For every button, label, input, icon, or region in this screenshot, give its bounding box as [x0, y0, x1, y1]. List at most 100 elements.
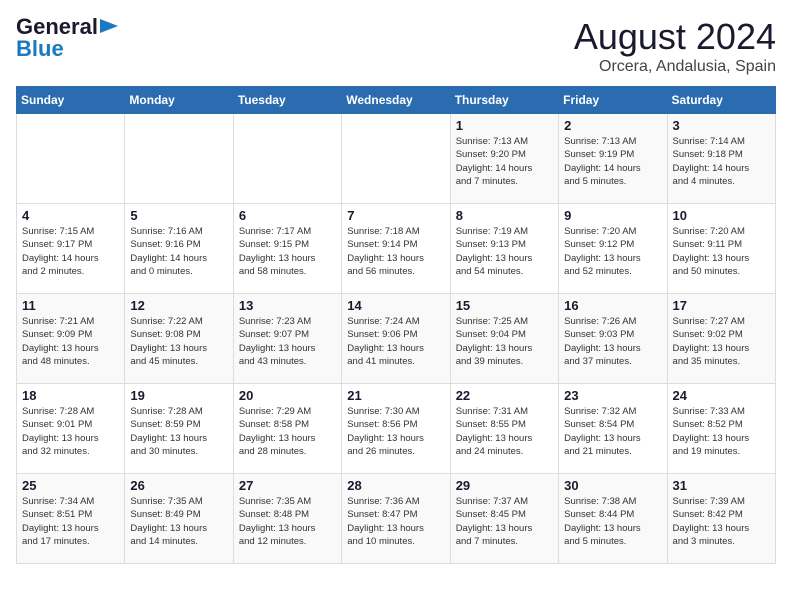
- calendar-table: Sunday Monday Tuesday Wednesday Thursday…: [16, 86, 776, 564]
- calendar-week-5: 25 Sunrise: 7:34 AMSunset: 8:51 PMDayligh…: [17, 474, 776, 564]
- day-number: 17: [673, 298, 770, 313]
- calendar-cell: 26 Sunrise: 7:35 AMSunset: 8:49 PMDayligh…: [125, 474, 233, 564]
- day-number: 26: [130, 478, 227, 493]
- day-info: Sunrise: 7:13 AMSunset: 9:20 PMDaylight:…: [456, 135, 553, 188]
- calendar-cell: 1 Sunrise: 7:13 AMSunset: 9:20 PMDaylight…: [450, 114, 558, 204]
- calendar-cell: [233, 114, 341, 204]
- day-number: 24: [673, 388, 770, 403]
- calendar-cell: 8 Sunrise: 7:19 AMSunset: 9:13 PMDaylight…: [450, 204, 558, 294]
- day-info: Sunrise: 7:39 AMSunset: 8:42 PMDaylight:…: [673, 495, 770, 548]
- day-info: Sunrise: 7:19 AMSunset: 9:13 PMDaylight:…: [456, 225, 553, 278]
- day-number: 21: [347, 388, 444, 403]
- day-info: Sunrise: 7:37 AMSunset: 8:45 PMDaylight:…: [456, 495, 553, 548]
- day-info: Sunrise: 7:17 AMSunset: 9:15 PMDaylight:…: [239, 225, 336, 278]
- col-saturday: Saturday: [667, 87, 775, 114]
- calendar-cell: [17, 114, 125, 204]
- calendar-cell: 14 Sunrise: 7:24 AMSunset: 9:06 PMDayligh…: [342, 294, 450, 384]
- calendar-cell: 11 Sunrise: 7:21 AMSunset: 9:09 PMDayligh…: [17, 294, 125, 384]
- day-number: 19: [130, 388, 227, 403]
- day-info: Sunrise: 7:23 AMSunset: 9:07 PMDaylight:…: [239, 315, 336, 368]
- calendar-week-4: 18 Sunrise: 7:28 AMSunset: 9:01 PMDayligh…: [17, 384, 776, 474]
- calendar-cell: 28 Sunrise: 7:36 AMSunset: 8:47 PMDayligh…: [342, 474, 450, 564]
- calendar-cell: 3 Sunrise: 7:14 AMSunset: 9:18 PMDaylight…: [667, 114, 775, 204]
- day-info: Sunrise: 7:29 AMSunset: 8:58 PMDaylight:…: [239, 405, 336, 458]
- calendar-cell: 27 Sunrise: 7:35 AMSunset: 8:48 PMDayligh…: [233, 474, 341, 564]
- calendar-cell: 29 Sunrise: 7:37 AMSunset: 8:45 PMDayligh…: [450, 474, 558, 564]
- day-number: 9: [564, 208, 661, 223]
- day-number: 1: [456, 118, 553, 133]
- calendar-cell: 20 Sunrise: 7:29 AMSunset: 8:58 PMDayligh…: [233, 384, 341, 474]
- day-info: Sunrise: 7:38 AMSunset: 8:44 PMDaylight:…: [564, 495, 661, 548]
- day-info: Sunrise: 7:30 AMSunset: 8:56 PMDaylight:…: [347, 405, 444, 458]
- day-info: Sunrise: 7:34 AMSunset: 8:51 PMDaylight:…: [22, 495, 119, 548]
- day-number: 31: [673, 478, 770, 493]
- day-number: 4: [22, 208, 119, 223]
- day-number: 20: [239, 388, 336, 403]
- day-number: 27: [239, 478, 336, 493]
- day-number: 23: [564, 388, 661, 403]
- day-info: Sunrise: 7:24 AMSunset: 9:06 PMDaylight:…: [347, 315, 444, 368]
- day-info: Sunrise: 7:21 AMSunset: 9:09 PMDaylight:…: [22, 315, 119, 368]
- col-monday: Monday: [125, 87, 233, 114]
- header-row: Sunday Monday Tuesday Wednesday Thursday…: [17, 87, 776, 114]
- day-number: 30: [564, 478, 661, 493]
- col-tuesday: Tuesday: [233, 87, 341, 114]
- calendar-week-3: 11 Sunrise: 7:21 AMSunset: 9:09 PMDayligh…: [17, 294, 776, 384]
- day-info: Sunrise: 7:35 AMSunset: 8:48 PMDaylight:…: [239, 495, 336, 548]
- day-info: Sunrise: 7:25 AMSunset: 9:04 PMDaylight:…: [456, 315, 553, 368]
- day-number: 18: [22, 388, 119, 403]
- day-info: Sunrise: 7:28 AMSunset: 8:59 PMDaylight:…: [130, 405, 227, 458]
- day-info: Sunrise: 7:22 AMSunset: 9:08 PMDaylight:…: [130, 315, 227, 368]
- calendar-cell: 2 Sunrise: 7:13 AMSunset: 9:19 PMDaylight…: [559, 114, 667, 204]
- logo: General Blue: [16, 16, 118, 60]
- calendar-cell: 12 Sunrise: 7:22 AMSunset: 9:08 PMDayligh…: [125, 294, 233, 384]
- calendar-cell: 9Sunrise: 7:20 AMSunset: 9:12 PMDaylight…: [559, 204, 667, 294]
- day-info: Sunrise: 7:18 AMSunset: 9:14 PMDaylight:…: [347, 225, 444, 278]
- calendar-cell: 16Sunrise: 7:26 AMSunset: 9:03 PMDayligh…: [559, 294, 667, 384]
- calendar-cell: 6 Sunrise: 7:17 AMSunset: 9:15 PMDaylight…: [233, 204, 341, 294]
- day-number: 6: [239, 208, 336, 223]
- day-number: 25: [22, 478, 119, 493]
- day-info: Sunrise: 7:16 AMSunset: 9:16 PMDaylight:…: [130, 225, 227, 278]
- day-info: Sunrise: 7:36 AMSunset: 8:47 PMDaylight:…: [347, 495, 444, 548]
- calendar-week-2: 4Sunrise: 7:15 AMSunset: 9:17 PMDaylight…: [17, 204, 776, 294]
- calendar-cell: 30 Sunrise: 7:38 AMSunset: 8:44 PMDayligh…: [559, 474, 667, 564]
- header: General Blue August 2024 Orcera, Andalus…: [16, 16, 776, 76]
- day-info: Sunrise: 7:14 AMSunset: 9:18 PMDaylight:…: [673, 135, 770, 188]
- col-sunday: Sunday: [17, 87, 125, 114]
- calendar-cell: 5Sunrise: 7:16 AMSunset: 9:16 PMDaylight…: [125, 204, 233, 294]
- logo-blue: Blue: [16, 38, 64, 60]
- day-number: 12: [130, 298, 227, 313]
- day-number: 29: [456, 478, 553, 493]
- calendar-cell: 31 Sunrise: 7:39 AMSunset: 8:42 PMDayligh…: [667, 474, 775, 564]
- calendar-week-1: 1 Sunrise: 7:13 AMSunset: 9:20 PMDaylight…: [17, 114, 776, 204]
- day-number: 14: [347, 298, 444, 313]
- day-number: 8: [456, 208, 553, 223]
- calendar-cell: 23Sunrise: 7:32 AMSunset: 8:54 PMDayligh…: [559, 384, 667, 474]
- day-info: Sunrise: 7:31 AMSunset: 8:55 PMDaylight:…: [456, 405, 553, 458]
- day-number: 3: [673, 118, 770, 133]
- day-info: Sunrise: 7:26 AMSunset: 9:03 PMDaylight:…: [564, 315, 661, 368]
- calendar-cell: 25 Sunrise: 7:34 AMSunset: 8:51 PMDayligh…: [17, 474, 125, 564]
- day-number: 13: [239, 298, 336, 313]
- calendar-cell: 19 Sunrise: 7:28 AMSunset: 8:59 PMDayligh…: [125, 384, 233, 474]
- logo-general: General: [16, 16, 98, 38]
- calendar-cell: 15Sunrise: 7:25 AMSunset: 9:04 PMDayligh…: [450, 294, 558, 384]
- calendar-cell: 22 Sunrise: 7:31 AMSunset: 8:55 PMDayligh…: [450, 384, 558, 474]
- day-info: Sunrise: 7:13 AMSunset: 9:19 PMDaylight:…: [564, 135, 661, 188]
- day-info: Sunrise: 7:28 AMSunset: 9:01 PMDaylight:…: [22, 405, 119, 458]
- day-info: Sunrise: 7:33 AMSunset: 8:52 PMDaylight:…: [673, 405, 770, 458]
- calendar-cell: 10Sunrise: 7:20 AMSunset: 9:11 PMDayligh…: [667, 204, 775, 294]
- calendar-cell: [125, 114, 233, 204]
- day-number: 28: [347, 478, 444, 493]
- day-info: Sunrise: 7:27 AMSunset: 9:02 PMDaylight:…: [673, 315, 770, 368]
- title-area: August 2024 Orcera, Andalusia, Spain: [574, 16, 776, 76]
- day-info: Sunrise: 7:35 AMSunset: 8:49 PMDaylight:…: [130, 495, 227, 548]
- day-number: 11: [22, 298, 119, 313]
- calendar-cell: [342, 114, 450, 204]
- calendar-cell: 7Sunrise: 7:18 AMSunset: 9:14 PMDaylight…: [342, 204, 450, 294]
- col-wednesday: Wednesday: [342, 87, 450, 114]
- day-number: 22: [456, 388, 553, 403]
- day-number: 2: [564, 118, 661, 133]
- calendar-cell: 17 Sunrise: 7:27 AMSunset: 9:02 PMDayligh…: [667, 294, 775, 384]
